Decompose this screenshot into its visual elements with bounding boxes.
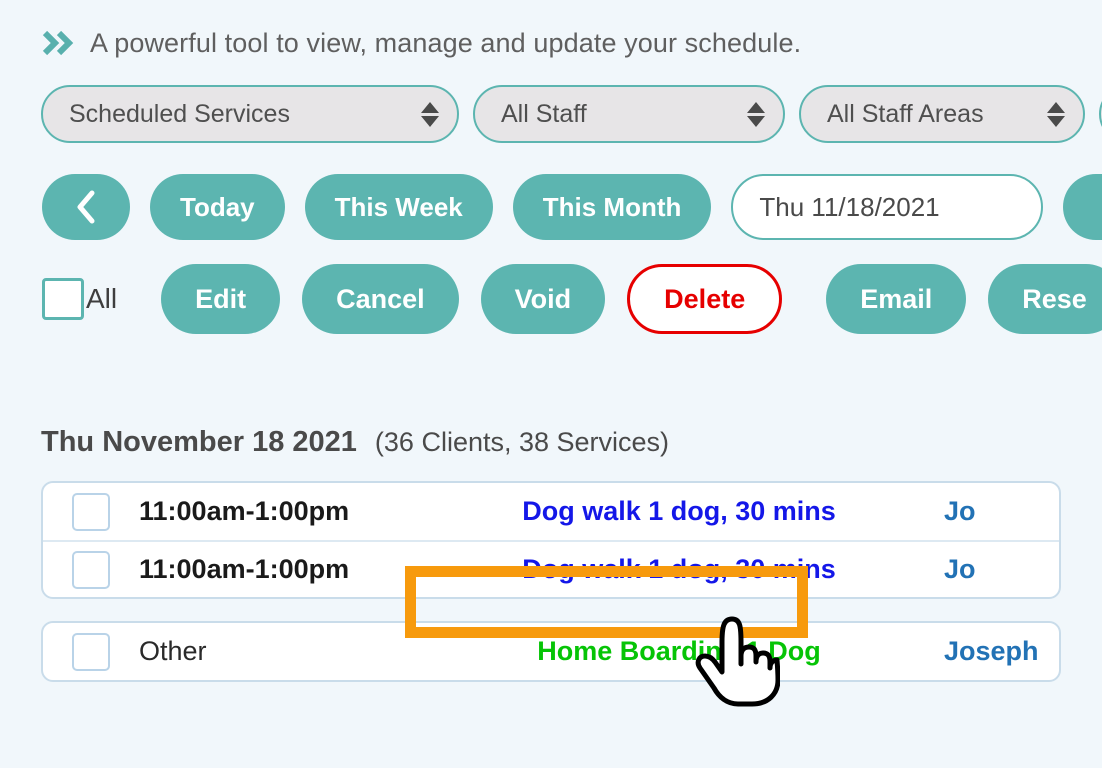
action-buttons-row: All Edit Cancel Void Delete Email Rese [0,264,1102,334]
table-row[interactable]: 11:00am-1:00pm Dog walk 1 dog, 30 mins J… [43,483,1059,540]
row-checkbox[interactable] [72,550,110,589]
row-checkbox[interactable] [72,632,110,671]
page-tagline-text: A powerful tool to view, manage and upda… [90,27,802,58]
row-time: 11:00am-1:00pm [139,554,350,584]
row-service-link[interactable]: Home Boarding 1 Dog [424,636,934,667]
double-chevron-right-icon [42,29,76,57]
select-all-staff-value: All Staff [501,99,587,128]
select-all-label: All [86,283,118,314]
select-all-checkbox[interactable] [42,278,84,320]
row-checkbox[interactable] [72,492,110,531]
table-row[interactable]: 11:00am-1:00pm Dog walk 1 dog, 30 mins J… [43,540,1059,597]
day-heading-counts: (36 Clients, 38 Services) [374,427,670,457]
day-heading-date: Thu November 18 2021 [41,426,357,458]
this-week-button[interactable]: This Week [304,174,493,240]
chevron-updown-icon [1047,101,1065,127]
void-button[interactable]: Void [480,264,606,334]
row-checkbox-cell[interactable] [43,492,139,531]
row-service-link[interactable]: Dog walk 1 dog, 30 mins [424,554,934,585]
previous-date-button[interactable] [42,174,130,240]
reset-button[interactable]: Rese [988,264,1102,334]
select-scheduled-services-value: Scheduled Services [69,99,290,128]
select-all-staff-areas-value: All Staff Areas [827,99,984,128]
table-row[interactable]: Other Home Boarding 1 Dog Joseph [43,623,1059,680]
chevron-updown-icon [421,101,439,127]
page-tagline-row: A powerful tool to view, manage and upda… [0,0,1102,62]
next-date-button[interactable] [1063,174,1102,240]
delete-button[interactable]: Delete [627,264,783,334]
email-button[interactable]: Email [826,264,967,334]
row-time: Other [139,636,207,666]
select-scheduled-services[interactable]: Scheduled Services [41,85,459,143]
cancel-button[interactable]: Cancel [302,264,459,334]
date-input[interactable] [731,174,1044,240]
select-all-staff-areas[interactable]: All Staff Areas [799,85,1085,143]
chevron-left-icon [74,190,98,224]
select-all-staff[interactable]: All Staff [473,85,785,143]
select-all-control[interactable]: All [42,278,117,320]
chevron-updown-icon [747,101,765,127]
schedule-card-group-two: Other Home Boarding 1 Dog Joseph [41,621,1061,682]
row-staff[interactable]: Jo [934,554,1059,585]
schedule-card-group-one: 11:00am-1:00pm Dog walk 1 dog, 30 mins J… [41,481,1061,599]
row-staff[interactable]: Joseph [934,636,1059,667]
date-navigation-row: Today This Week This Month [0,174,1102,240]
day-heading: Thu November 18 2021 (36 Clients, 38 Ser… [0,426,1102,468]
filters-row: Scheduled Services All Staff All Staff A… [0,85,1102,143]
today-button[interactable]: Today [150,174,285,240]
row-staff[interactable]: Jo [934,496,1059,527]
row-time: 11:00am-1:00pm [139,496,350,526]
row-checkbox-cell[interactable] [43,550,139,589]
this-month-button[interactable]: This Month [512,174,712,240]
row-checkbox-cell[interactable] [43,632,139,671]
edit-button[interactable]: Edit [161,264,281,334]
row-service-link[interactable]: Dog walk 1 dog, 30 mins [424,496,934,527]
